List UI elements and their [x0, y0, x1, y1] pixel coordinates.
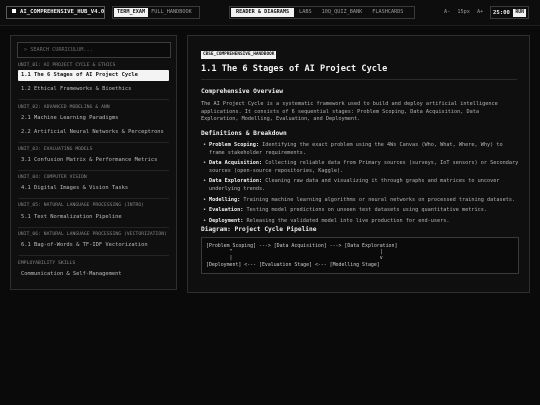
sidebar-item-confusion-matrix[interactable]: 3.1 Confusion Matrix & Performance Metri… [18, 155, 169, 166]
timer-run-button[interactable]: RUN [513, 8, 526, 17]
definition-term: Problem Scoping: [209, 142, 259, 148]
definitions-heading: Definitions & Breakdown [201, 130, 287, 137]
search-input[interactable]: > SEARCH CURRICULUM... [17, 42, 171, 58]
list-item: • Problem Scoping: Identifying the exact … [203, 142, 521, 157]
tab-quiz-bank[interactable]: 10Q_QUIZ_BANK [317, 8, 368, 17]
sidebar-item-ml-paradigms[interactable]: 2.1 Machine Learning Paradigms [18, 113, 169, 124]
list-item: • Data Exploration: Cleaning raw data and… [203, 178, 521, 193]
definitions-list: • Problem Scoping: Identifying the exact … [203, 142, 521, 228]
diagram-line: [Deployment] <--- [Evaluation Stage] <--… [206, 261, 380, 268]
overview-text: The AI Project Cycle is a systematic fra… [201, 101, 498, 123]
definition-text: Training machine learning algorithms or … [240, 196, 516, 203]
list-item: • Evaluation: Testing model predictions o… [203, 207, 521, 215]
font-decrease-button[interactable]: A- [444, 9, 450, 15]
definition-text: Testing model predictions on unseen test… [243, 207, 487, 214]
unit-heading: UNIT_05: NATURAL LANGUAGE PROCESSING (IN… [18, 203, 145, 208]
sidebar-item-bag-of-words[interactable]: 6.1 Bag-of-Words & TF-IDF Vectorization [18, 240, 169, 251]
overview-heading: Comprehensive Overview [201, 88, 283, 95]
definition-term: Deployment: [209, 217, 244, 224]
divider [18, 198, 169, 199]
list-item: • Deployment: Releasing the validated mod… [203, 218, 521, 226]
sidebar-item-digital-images[interactable]: 4.1 Digital Images & Vision Tasks [18, 183, 169, 194]
divider [18, 142, 169, 143]
bullet-icon: • [203, 142, 207, 148]
sidebar-item-ethical-frameworks[interactable]: 1.2 Ethical Frameworks & Bioethics [18, 84, 169, 95]
tab-labs[interactable]: LABS [294, 8, 317, 17]
definition-term: Data Exploration: [209, 178, 263, 185]
title-divider [201, 79, 517, 80]
handbook-badge: CBSE_COMPREHENSIVE_HANDBOOK [201, 51, 277, 59]
unit-heading: UNIT_02: ADVANCED MODELING & ANN [18, 105, 110, 110]
pipeline-diagram: [Problem Scoping] ---> [Data Acquisition… [201, 237, 519, 274]
list-item: • Modelling: Training machine learning al… [203, 197, 521, 205]
font-size-value: 15px [457, 9, 470, 15]
font-increase-button[interactable]: A+ [477, 9, 483, 15]
sidebar-item-neural-networks[interactable]: 2.2 Artificial Neural Networks & Percept… [18, 127, 169, 138]
tab-flashcards[interactable]: FLASHCARDS [367, 8, 408, 17]
definition-term: Data Acquisition: [209, 160, 263, 167]
divider [18, 255, 169, 256]
font-size-controls: A- 15px A+ [444, 9, 487, 15]
main-nav-tabs: READER & DIAGRAMS LABS 10Q_QUIZ_BANK FLA… [229, 6, 415, 19]
unit-heading: EMPLOYABILITY SKILLS [18, 261, 76, 266]
bullet-icon: • [203, 160, 207, 167]
study-timer: 25:00 RUN [490, 6, 529, 19]
tab-reader-diagrams[interactable]: READER & DIAGRAMS [231, 8, 295, 17]
sidebar-item-communication[interactable]: Communication & Self-Management [18, 269, 169, 280]
mode-term-exam[interactable]: TERM_EXAM [114, 8, 149, 17]
timer-value: 25:00 [493, 9, 510, 16]
list-item: • Data Acquisition: Collecting reliable d… [203, 160, 521, 175]
divider [18, 170, 169, 171]
reader-panel: CBSE_COMPREHENSIVE_HANDBOOK 1.1 The 6 St… [187, 35, 530, 293]
divider [18, 99, 169, 100]
definition-term: Modelling: [209, 196, 241, 203]
unit-heading: UNIT_06: NATURAL LANGUAGE PROCESSING (VE… [18, 232, 168, 237]
divider [18, 227, 169, 228]
sidebar-item-text-normalization[interactable]: 5.1 Text Normalization Pipeline [18, 212, 169, 223]
definition-term: Evaluation: [209, 207, 244, 214]
brand-name: AI_COMPREHENSIVE_HUB_V4.0 [20, 9, 105, 15]
brand-logo: AI_COMPREHENSIVE_HUB_V4.0 [6, 6, 105, 19]
top-bar: AI_COMPREHENSIVE_HUB_V4.0 TERM_EXAM FULL… [0, 0, 540, 26]
diagram-heading: Diagram: Project Cycle Pipeline [201, 226, 317, 233]
mode-full-handbook[interactable]: FULL_HANDBOOK [148, 8, 195, 17]
unit-heading: UNIT_04: COMPUTER VISION [18, 175, 87, 180]
definition-text: Releasing the validated model into live … [243, 217, 450, 224]
bullet-icon: • [203, 217, 207, 224]
brand-square-icon [12, 9, 16, 13]
sidebar-item-ai-project-cycle[interactable]: 1.1 The 6 Stages of AI Project Cycle [18, 70, 169, 81]
bullet-icon: • [203, 207, 207, 214]
curriculum-sidebar: > SEARCH CURRICULUM... UNIT_01: AI PROJE… [10, 35, 177, 290]
page-title: 1.1 The 6 Stages of AI Project Cycle [201, 64, 388, 74]
mode-switch: TERM_EXAM FULL_HANDBOOK [112, 6, 200, 19]
bullet-icon: • [203, 196, 207, 203]
unit-heading: UNIT_03: EVALUATING MODELS [18, 147, 93, 152]
unit-heading: UNIT_01: AI PROJECT CYCLE & ETHICS [18, 63, 116, 68]
bullet-icon: • [203, 178, 207, 185]
